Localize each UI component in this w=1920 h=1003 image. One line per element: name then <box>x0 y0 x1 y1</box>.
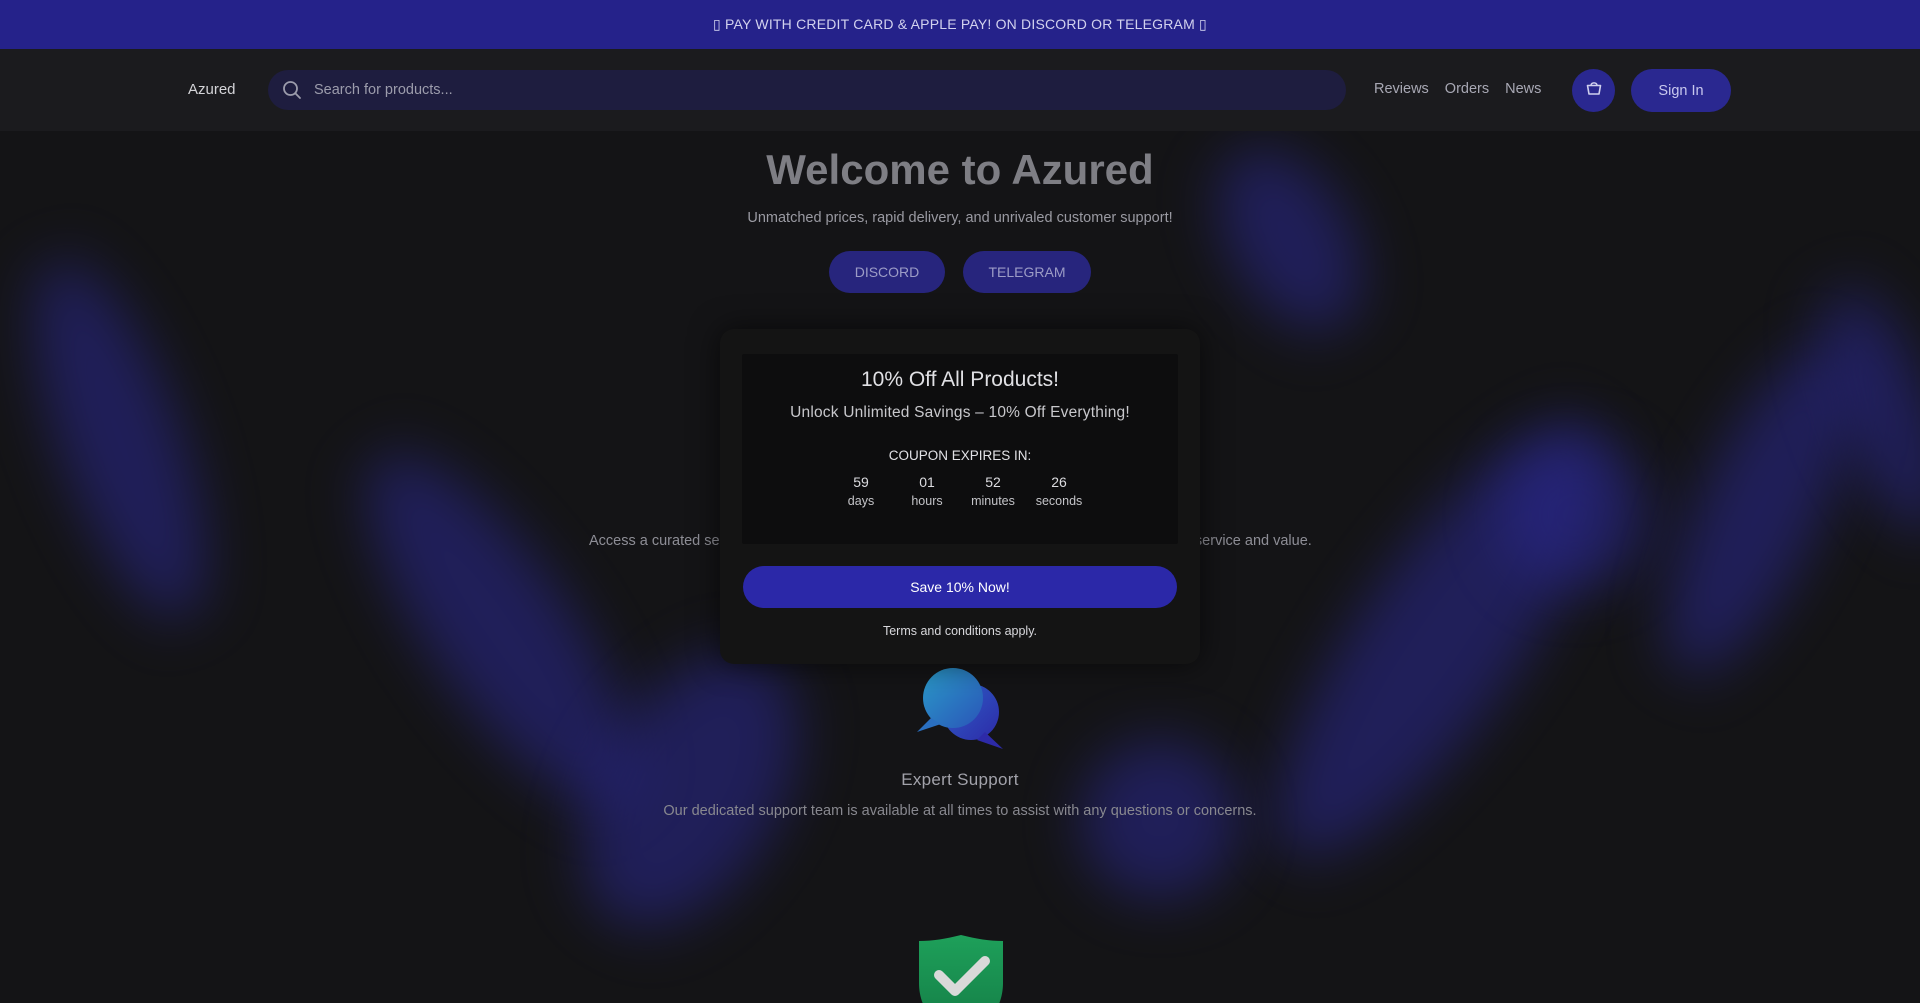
countdown-hours-label: hours <box>911 494 943 508</box>
countdown-days-value: 59 <box>853 474 869 490</box>
coupon-expires-label: COUPON EXPIRES IN: <box>888 448 1032 463</box>
hero-title: Welcome to Azured <box>766 146 1154 193</box>
countdown-hours: 01 hours <box>894 474 960 508</box>
nav-link-news[interactable]: News <box>1505 81 1541 97</box>
countdown-days-label: days <box>847 494 875 508</box>
countdown-seconds-label: seconds <box>1035 494 1083 508</box>
navbar: Azured Reviews Orders News Sign In <box>0 49 1920 131</box>
support-title: Expert Support <box>901 770 1019 789</box>
countdown-seconds-value: 26 <box>1051 474 1067 490</box>
coupon-subtitle: Unlock Unlimited Savings – 10% Off Every… <box>790 404 1130 421</box>
coupon-card: 10% Off All Products! Unlock Unlimited S… <box>742 354 1178 544</box>
countdown-minutes-value: 52 <box>985 474 1001 490</box>
discord-button[interactable]: DISCORD <box>829 251 945 293</box>
hero-subtitle: Unmatched prices, rapid delivery, and un… <box>747 210 1173 226</box>
countdown-hours-value: 01 <box>919 474 935 490</box>
coupon-title: 10% Off All Products! <box>860 368 1060 391</box>
terms-text: Terms and conditions apply. <box>882 624 1038 638</box>
nav-link-reviews[interactable]: Reviews <box>1374 81 1429 97</box>
sign-in-button[interactable]: Sign In <box>1631 69 1731 112</box>
countdown-days: 59 days <box>828 474 894 508</box>
chat-bubbles-icon <box>915 662 1007 754</box>
cart-button[interactable] <box>1572 69 1615 112</box>
save-coupon-button[interactable]: Save 10% Now! <box>743 566 1177 608</box>
promo-banner-text: ▯ PAY WITH CREDIT CARD & APPLE PAY! ON D… <box>713 16 1207 32</box>
search-input[interactable] <box>312 70 1346 110</box>
search-bar[interactable] <box>268 70 1346 110</box>
coupon-modal: 10% Off All Products! Unlock Unlimited S… <box>720 329 1200 664</box>
support-description: Our dedicated support team is available … <box>663 803 1257 819</box>
site-logo[interactable]: Azured <box>188 81 236 98</box>
countdown-timer: 59 days 01 hours 52 minutes 26 seconds <box>742 474 1178 508</box>
countdown-minutes: 52 minutes <box>960 474 1026 508</box>
countdown-minutes-label: minutes <box>971 494 1015 508</box>
nav-links: Reviews Orders News <box>1374 81 1541 97</box>
countdown-seconds: 26 seconds <box>1026 474 1092 508</box>
telegram-button[interactable]: TELEGRAM <box>963 251 1091 293</box>
features-intro-left: Access a curated se <box>589 533 720 549</box>
search-icon <box>281 79 303 101</box>
basket-icon <box>1585 79 1603 102</box>
nav-link-orders[interactable]: Orders <box>1445 81 1489 97</box>
promo-banner: ▯ PAY WITH CREDIT CARD & APPLE PAY! ON D… <box>0 0 1920 49</box>
